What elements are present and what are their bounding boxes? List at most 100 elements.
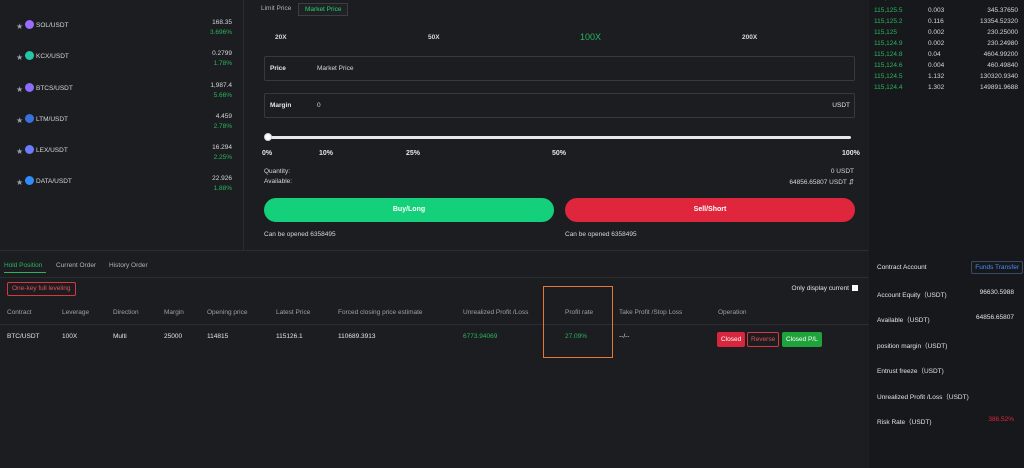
only-display-label: Only display current (791, 285, 849, 292)
leverage-50x[interactable]: 50X (428, 34, 440, 41)
leverage-20x[interactable]: 20X (275, 34, 287, 41)
orderbook-qty: 0.003 (928, 7, 945, 14)
available-value: 64856.65807 (976, 314, 1014, 321)
orderbook-total: 230.24980 (987, 40, 1018, 47)
coin-pair: DATA/USDT (36, 178, 72, 185)
checkbox[interactable] (852, 285, 858, 292)
orderbook-price: 115,124.9 (874, 40, 903, 47)
coin-row[interactable]: ★ LTM/USDT 4.459 2.78% (0, 113, 243, 143)
star-icon[interactable]: ★ (16, 85, 23, 94)
coin-row[interactable]: ★ KCX/USDT 0.2799 1.78% (0, 50, 243, 80)
closed-button[interactable]: Closed (717, 332, 746, 347)
margin-field[interactable]: Margin 0 USDT (264, 93, 855, 118)
star-icon[interactable]: ★ (16, 53, 23, 62)
col-unrealized: Unrealized Profit /Loss (463, 309, 529, 316)
active-tab-indicator (4, 272, 46, 273)
tab-current-order[interactable]: Current Order (56, 262, 96, 269)
tab-hold-position[interactable]: Hold Position (4, 262, 42, 269)
btcs-icon (25, 83, 34, 92)
orderbook-price: 115,124.4 (874, 84, 903, 91)
slider-tick-50[interactable]: 50% (552, 150, 566, 157)
orderbook-price: 115,125.5 (874, 7, 903, 14)
ltm-icon (25, 114, 34, 123)
coin-row[interactable]: ★ SOL/USDT 168.35 3.696% (0, 19, 243, 49)
star-icon[interactable]: ★ (16, 147, 23, 156)
slider-tick-0[interactable]: 0% (262, 150, 272, 157)
coin-price: 0.2799 (212, 50, 232, 57)
coin-row[interactable]: ★ DATA/USDT 22.926 1.88% (0, 175, 243, 205)
margin-input[interactable]: 0 (317, 102, 321, 109)
orderbook-qty: 0.002 (928, 29, 945, 36)
coin-price: 1,987.4 (210, 82, 232, 89)
equity-value: 96630.5988 (979, 289, 1014, 296)
leverage-100x[interactable]: 100X (580, 32, 601, 42)
slider-tick-10[interactable]: 10% (319, 150, 333, 157)
coin-change: 2.25% (213, 154, 232, 161)
cell-latest-price: 115126.1 (276, 333, 303, 340)
orderbook-qty: 1.302 (928, 84, 945, 91)
orderbook-row[interactable]: 115,124.8 0.04 4604.99200 (869, 51, 1024, 61)
tab-market-price[interactable]: Market Price (298, 3, 349, 16)
coin-price: 4.459 (215, 113, 232, 120)
star-icon[interactable]: ★ (16, 116, 23, 125)
star-icon[interactable]: ★ (16, 178, 23, 187)
funds-transfer-button[interactable]: Funds Transfer (971, 261, 1023, 274)
orderbook-row[interactable]: 115,125.5 0.003 345.37650 (869, 7, 1024, 17)
price-value: Market Price (317, 65, 354, 72)
unrealized-label: Unrealized Profit /Loss（USDT) (877, 394, 969, 401)
cell-leverage: 100X (62, 333, 78, 340)
orderbook-total: 4604.99200 (983, 51, 1018, 58)
orderbook-total: 345.37650 (987, 7, 1018, 14)
tab-limit-price[interactable]: Limit Price (255, 3, 297, 16)
account-panel: Contract Account Funds Transfer Account … (869, 250, 1024, 468)
coin-row[interactable]: ★ BTCS/USDT 1,987.4 5.66% (0, 82, 243, 112)
orderbook-qty: 0.004 (928, 62, 945, 69)
orderbook-row[interactable]: 115,125.2 0.116 13354.52320 (869, 18, 1024, 28)
coin-price: 168.35 (212, 19, 232, 26)
orderbook-row[interactable]: 115,124.5 1.132 130320.9340 (869, 73, 1024, 83)
coin-row[interactable]: ★ LEX/USDT 16.294 2.25% (0, 144, 243, 174)
reverse-button[interactable]: Reverse (747, 332, 780, 347)
orderbook-price: 115,125.7 (874, 0, 902, 2)
one-key-full-leveling-button[interactable]: One-key full leveling (7, 282, 76, 296)
orderbook-row[interactable]: 115,124.4 1.302 149891.9688 (869, 84, 1024, 94)
col-operation: Operation (718, 309, 747, 316)
coin-price: 22.926 (212, 175, 232, 182)
closed-pl-button[interactable]: Closed P/L (782, 332, 822, 347)
orderbook-total: 460.49840 (987, 62, 1018, 69)
amount-slider[interactable] (268, 136, 851, 139)
available-label: Available: (264, 178, 293, 185)
star-icon[interactable]: ★ (16, 22, 23, 31)
col-latest-price: Latest Price (276, 309, 311, 316)
highlight-box (543, 286, 613, 358)
cell-opening-price: 114815 (207, 333, 229, 340)
orderbook-qty: 0.002 (928, 40, 945, 47)
leverage-200x[interactable]: 200X (742, 34, 757, 41)
slider-tick-25[interactable]: 25% (406, 150, 420, 157)
orderbook-row[interactable]: 115,124.9 0.002 230.24980 (869, 40, 1024, 50)
orderbook-row[interactable]: 115,124.6 0.004 460.49840 (869, 62, 1024, 72)
lex-icon (25, 145, 34, 154)
available-label: Available（USDT) (877, 317, 930, 324)
quantity-value: 0 USDT (830, 168, 854, 175)
only-display-current-toggle[interactable]: Only display current (792, 285, 858, 292)
cell-unrealized: 6773.94069 (463, 333, 498, 340)
kcx-icon (25, 51, 34, 60)
sell-short-button[interactable]: Sell/Short (565, 198, 855, 222)
slider-tick-100[interactable]: 100% (842, 150, 860, 157)
cell-tpsl: --/-- (619, 333, 630, 340)
slider-handle[interactable] (264, 133, 272, 141)
price-label: Price (270, 65, 286, 72)
coin-change: 1.78% (213, 60, 232, 67)
available-value: 64856.65807 USDT ⇵ (789, 179, 854, 186)
coin-pair: BTCS/USDT (36, 85, 73, 92)
orderbook-price: 115,125.2 (874, 18, 903, 25)
tab-history-order[interactable]: History Order (109, 262, 148, 269)
buy-long-button[interactable]: Buy/Long (264, 198, 554, 222)
price-field[interactable]: Price Market Price (264, 56, 855, 81)
orderbook-total: 130320.9340 (980, 73, 1018, 80)
col-tpsl: Take Profit /Stop Loss (619, 309, 683, 316)
orderbook-row[interactable]: 115,125 0.002 230.25000 (869, 29, 1024, 39)
orderbook-price: 115,125 (874, 29, 898, 36)
orderbook-row-partial[interactable]: 115,125.7 0.002 230.25140 (869, 0, 1024, 5)
